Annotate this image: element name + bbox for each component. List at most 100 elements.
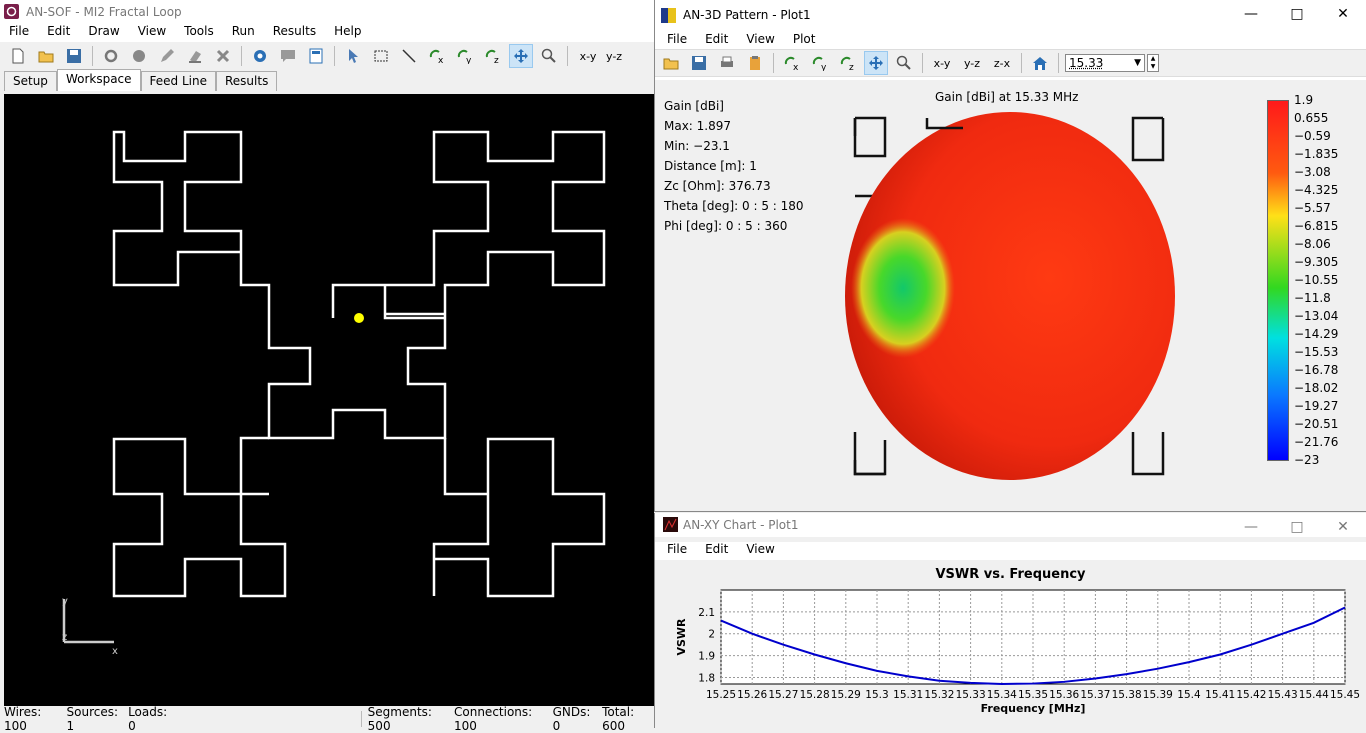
- minimize-icon[interactable]: —: [1228, 513, 1274, 541]
- toolbar-separator: [1058, 53, 1059, 73]
- rotate-z-icon[interactable]: z: [481, 44, 505, 68]
- select-rectangle-icon[interactable]: [369, 44, 393, 68]
- view-zx-button[interactable]: z-x: [989, 51, 1015, 75]
- info-min: Min: −23.1: [664, 139, 730, 153]
- menu-tools[interactable]: Tools: [175, 24, 223, 42]
- maximize-icon[interactable]: □: [1274, 0, 1320, 28]
- fractal-wire: [112, 130, 606, 440]
- x-tick-label: 15.4: [1177, 689, 1201, 701]
- menu-edit[interactable]: Edit: [38, 24, 79, 42]
- tab-workspace[interactable]: Workspace: [56, 69, 141, 91]
- view-xy-label: x-y: [933, 56, 951, 70]
- rotate-z-icon[interactable]: z: [836, 51, 860, 75]
- rotate-x-icon[interactable]: x: [780, 51, 804, 75]
- y-tick-label: 2.1: [698, 607, 715, 619]
- colorbar-label: −8.06: [1294, 237, 1331, 251]
- menu-view[interactable]: View: [737, 542, 783, 560]
- menu-edit[interactable]: Edit: [696, 32, 737, 50]
- colorbar-label: −18.02: [1294, 381, 1339, 395]
- calculator-icon[interactable]: [304, 44, 328, 68]
- open-folder-icon[interactable]: [34, 44, 58, 68]
- y-tick-label: 1.8: [698, 672, 715, 684]
- home-icon[interactable]: [1028, 51, 1052, 75]
- menu-view[interactable]: View: [737, 32, 783, 50]
- main-title: AN-SOF - MI2 Fractal Loop: [26, 5, 182, 19]
- minimize-icon[interactable]: —: [1228, 0, 1274, 28]
- toolbar-separator: [334, 46, 335, 66]
- tab-results[interactable]: Results: [215, 71, 278, 91]
- x-tick-label: 15.26: [737, 689, 767, 701]
- menu-results[interactable]: Results: [264, 24, 325, 42]
- new-file-icon[interactable]: [6, 44, 30, 68]
- menu-draw[interactable]: Draw: [79, 24, 128, 42]
- tab-feed-line[interactable]: Feed Line: [140, 71, 216, 91]
- settings-gear-icon[interactable]: [248, 44, 272, 68]
- maximize-icon[interactable]: □: [1274, 513, 1320, 541]
- fractal-wire-lower-right: [432, 437, 606, 598]
- vswr-chart[interactable]: 15.25 15.26 15.27 15.28 15.29 15.3 15.31 15.32 1…: [655, 560, 1366, 728]
- rotate-x-icon[interactable]: x: [425, 44, 449, 68]
- pencil-icon[interactable]: [155, 44, 179, 68]
- menu-file[interactable]: File: [658, 32, 696, 50]
- menu-plot[interactable]: Plot: [784, 32, 825, 50]
- clipboard-icon[interactable]: [743, 51, 767, 75]
- frequency-select[interactable]: 15.33 ▼: [1065, 54, 1145, 72]
- pattern-title: AN-3D Pattern - Plot1: [683, 8, 811, 22]
- zoom-magnifier-icon[interactable]: [537, 44, 561, 68]
- info-phi: Phi [deg]: 0 : 5 : 360: [664, 219, 788, 233]
- rotate-y-icon[interactable]: y: [808, 51, 832, 75]
- menu-help[interactable]: Help: [325, 24, 370, 42]
- colorbar-label: −14.29: [1294, 327, 1339, 341]
- toolbar-separator: [241, 46, 242, 66]
- circle-icon[interactable]: [127, 44, 151, 68]
- colorbar-label: −3.08: [1294, 165, 1331, 179]
- view-xy-button[interactable]: x-y: [574, 44, 602, 68]
- eraser-icon[interactable]: [183, 44, 207, 68]
- view-yz-label: y-z: [606, 49, 623, 63]
- x-tick-label: 15.34: [987, 689, 1017, 701]
- open-folder-icon[interactable]: [659, 51, 683, 75]
- xychart-menubar: File Edit View: [655, 542, 1366, 560]
- comment-icon[interactable]: [276, 44, 300, 68]
- menu-file[interactable]: File: [658, 542, 696, 560]
- menu-run[interactable]: Run: [223, 24, 264, 42]
- pan-move-icon[interactable]: [509, 44, 533, 68]
- draw-line-icon[interactable]: [397, 44, 421, 68]
- feed-source-dot[interactable]: [354, 313, 364, 323]
- main-tabs: Setup Workspace Feed Line Results: [0, 69, 278, 91]
- rotate-y-icon[interactable]: y: [453, 44, 477, 68]
- status-total: Total: 600: [602, 705, 635, 733]
- frequency-spinner[interactable]: ▲ ▼: [1147, 54, 1159, 72]
- x-tick-label: 15.41: [1205, 689, 1235, 701]
- view-yz-button[interactable]: y-z: [606, 44, 630, 68]
- menu-file[interactable]: File: [0, 24, 38, 42]
- pattern-menubar: File Edit View Plot: [655, 32, 1366, 50]
- menu-edit[interactable]: Edit: [696, 542, 737, 560]
- save-icon[interactable]: [687, 51, 711, 75]
- close-icon[interactable]: ✕: [1320, 513, 1366, 541]
- save-icon[interactable]: [62, 44, 86, 68]
- colorbar-label: −19.27: [1294, 399, 1339, 413]
- status-sources: Sources: 1: [66, 705, 119, 733]
- delete-icon[interactable]: [211, 44, 235, 68]
- x-tick-label: 15.45: [1330, 689, 1360, 701]
- zoom-magnifier-icon[interactable]: [892, 51, 916, 75]
- view-yz-button[interactable]: y-z: [959, 51, 985, 75]
- x-tick-label: 15.29: [831, 689, 861, 701]
- close-icon[interactable]: ✕: [1320, 0, 1366, 28]
- workspace-canvas[interactable]: y z x: [4, 94, 654, 706]
- x-tick-label: 15.43: [1268, 689, 1298, 701]
- print-icon[interactable]: [715, 51, 739, 75]
- info-theta: Theta [deg]: 0 : 5 : 180: [664, 199, 804, 213]
- pan-move-icon[interactable]: [864, 51, 888, 75]
- select-pointer-icon[interactable]: [341, 44, 365, 68]
- rotate-icon[interactable]: [99, 44, 123, 68]
- y-tick-label: 1.9: [698, 651, 715, 663]
- menu-view[interactable]: View: [129, 24, 175, 42]
- colorbar-label: 0.655: [1294, 111, 1329, 125]
- colorbar-label: −20.51: [1294, 417, 1339, 431]
- view-xy-button[interactable]: x-y: [929, 51, 955, 75]
- view-yz-label: y-z: [963, 56, 981, 70]
- colorbar-label: −5.57: [1294, 201, 1331, 215]
- tab-setup[interactable]: Setup: [4, 71, 57, 91]
